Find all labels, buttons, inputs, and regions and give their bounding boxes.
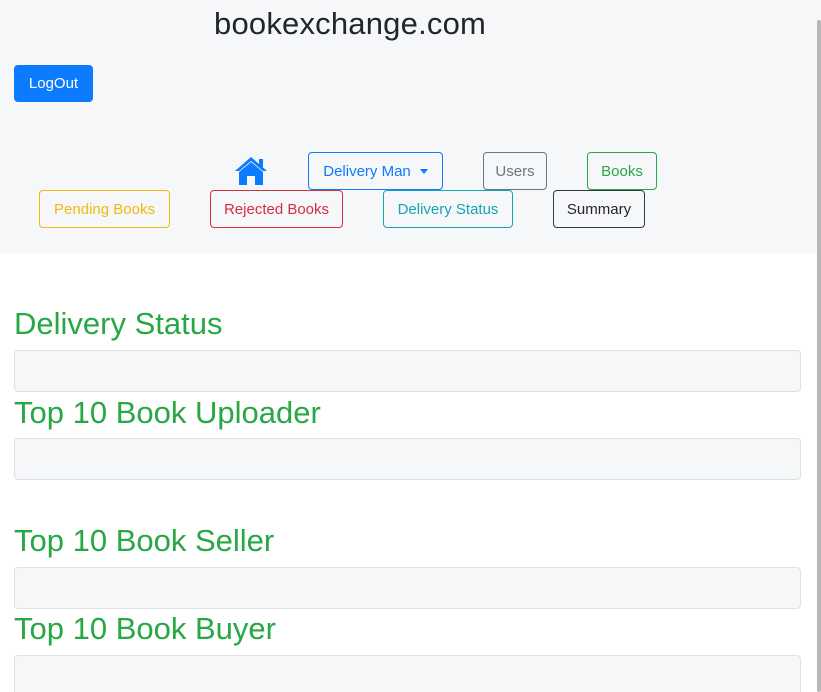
logout-button[interactable]: LogOut [14, 65, 93, 102]
header: bookexchange.com LogOut Delivery Man Use… [0, 0, 821, 253]
caret-down-icon [419, 168, 428, 174]
books-button[interactable]: Books [587, 152, 657, 190]
delivery-status-panel [14, 350, 801, 392]
delivery-status-button[interactable]: Delivery Status [383, 190, 513, 228]
page: bookexchange.com LogOut Delivery Man Use… [0, 0, 821, 692]
top-buyer-heading: Top 10 Book Buyer [14, 611, 276, 646]
top-seller-panel [14, 567, 801, 609]
top-seller-heading: Top 10 Book Seller [14, 523, 275, 558]
rejected-books-button[interactable]: Rejected Books [210, 190, 343, 228]
top-buyer-panel [14, 655, 801, 692]
vertical-scrollbar[interactable] [817, 20, 821, 692]
home-icon[interactable] [233, 155, 269, 187]
delivery-man-dropdown[interactable]: Delivery Man [308, 152, 443, 190]
delivery-man-label: Delivery Man [323, 162, 411, 180]
delivery-status-heading: Delivery Status [14, 306, 223, 341]
top-uploader-heading: Top 10 Book Uploader [14, 395, 321, 430]
summary-button[interactable]: Summary [553, 190, 645, 228]
users-button[interactable]: Users [483, 152, 547, 190]
top-uploader-panel [14, 438, 801, 480]
site-title: bookexchange.com [214, 6, 487, 41]
pending-books-button[interactable]: Pending Books [39, 190, 170, 228]
